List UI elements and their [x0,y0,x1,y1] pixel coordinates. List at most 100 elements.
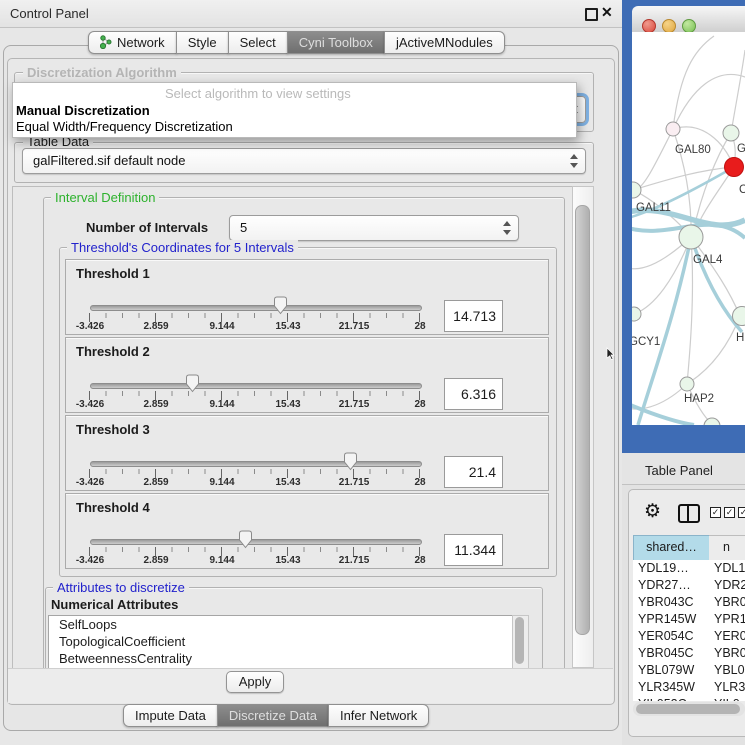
node-gcy1[interactable] [632,307,641,321]
table-row[interactable]: YBL079WYBL0 [633,662,745,679]
tab-impute-data[interactable]: Impute Data [123,704,218,727]
threshold-1-label: Threshold 1 [76,266,150,281]
table-row[interactable]: YDL19…YDL1 [633,560,745,577]
tab-select[interactable]: Select [228,31,288,54]
table-horizontal-scrollbar[interactable] [633,702,745,716]
table-panel-title: Table Panel [645,463,713,478]
node-gal[interactable] [723,125,739,141]
table-horizontal-scrollbar-thumb[interactable] [636,704,740,714]
apply-strip [8,668,613,703]
node-table[interactable]: YDL19…YDL1 YDR27…YDR2 YBR043CYBR0 YPR145… [633,560,745,701]
table-data-combo-value: galFiltered.sif default node [33,149,185,172]
threshold-3-thumb[interactable] [343,452,358,471]
number-of-intervals-label: Number of Intervals [86,220,208,235]
list-item[interactable]: BetweennessCentrality [49,650,513,667]
discretization-algorithm-label: Discretization Algorithm [23,65,181,80]
threshold-3-panel: Threshold 3 -3.426 2.859 9.144 15.43 21.… [65,415,549,491]
table-row[interactable]: YPR145WYPR1 [633,611,745,628]
tab-network[interactable]: Network [88,31,177,54]
list-item[interactable]: SelfLoops [49,616,513,633]
apply-button[interactable]: Apply [226,671,284,693]
table-row[interactable]: YBR043CYBR0 [633,594,745,611]
checkbox-icon[interactable]: ✓ [724,507,735,518]
option-manual-discretization[interactable]: Manual Discretization [16,103,150,118]
float-window-icon[interactable] [585,8,598,21]
bottom-tab-bar: Impute Data Discretize Data Infer Networ… [123,704,429,727]
table-row[interactable]: YDR27…YDR2 [633,577,745,594]
control-panel-titlebar: Control Panel ✕ [0,0,622,28]
threshold-3-value-field[interactable]: 21.4 [444,456,503,488]
svg-text:HAP2: HAP2 [684,393,714,405]
option-equal-width-frequency[interactable]: Equal Width/Frequency Discretization [16,119,233,134]
network-window-titlebar[interactable] [632,6,745,33]
table-row[interactable]: YLR345WYLR3 [633,679,745,696]
settings-scroll-viewport: Interval Definition Number of Intervals … [12,186,573,669]
table-row[interactable]: YBR045CYBR0 [633,645,745,662]
node-hap2[interactable] [680,377,694,391]
slider-ticks [89,469,421,478]
checkbox-icon[interactable]: ✓ [738,507,745,518]
table-panel-header: Table Panel [622,453,745,485]
threshold-3-slider[interactable] [90,461,422,467]
node-gal4[interactable] [679,225,703,249]
number-of-intervals-combo[interactable]: 5 [229,215,519,241]
top-tab-bar: Network Style Select Cyni Toolbox jActiv… [88,31,505,54]
column-layout-icon[interactable] [678,504,700,523]
checkbox-icon[interactable]: ✓ [710,507,721,518]
network-canvas[interactable]: GAL80 GA C GAL11 GAL4 GCY1 H HAP2 [632,32,745,425]
slider-ticks [89,391,421,400]
attributes-label: Attributes to discretize [53,580,189,595]
threshold-4-value-field[interactable]: 11.344 [444,534,503,566]
slider-ticks [89,313,421,322]
threshold-4-slider[interactable] [90,539,422,545]
numerical-attributes-heading: Numerical Attributes [51,597,178,612]
numerical-attributes-list[interactable]: SelfLoops TopologicalCoefficient Between… [48,615,514,669]
threshold-1-thumb[interactable] [273,296,288,315]
threshold-1-value-field[interactable]: 14.713 [444,300,503,332]
panel-scrollbar-thumb[interactable] [575,205,590,635]
network-nodes[interactable] [632,122,745,425]
algorithm-hint: Select algorithm to view settings [165,86,351,101]
table-row[interactable]: YER054CYER0 [633,628,745,645]
node-gal11[interactable] [632,182,641,198]
threshold-2-thumb[interactable] [185,374,200,393]
threshold-2-panel: Threshold 2 -3.426 2.859 9.144 15.43 21.… [65,337,549,413]
tab-style[interactable]: Style [176,31,229,54]
threshold-4-thumb[interactable] [238,530,253,549]
svg-text:H: H [736,332,744,344]
node-partial[interactable] [704,418,720,425]
tab-jactivemnodules[interactable]: jActiveMNodules [384,31,505,54]
table-row[interactable]: YIL052CYIL0 [633,696,745,701]
gear-icon[interactable]: ⚙ [644,500,661,523]
tab-cyni-toolbox[interactable]: Cyni Toolbox [287,31,385,54]
panel-scrollbar[interactable] [572,186,594,668]
list-item[interactable]: TopologicalCoefficient [49,633,513,650]
list-scrollbar[interactable] [512,615,529,669]
algorithm-dropdown-popup: Select algorithm to view settings Manual… [12,82,577,138]
table-data-combo[interactable]: galFiltered.sif default node [22,148,586,174]
panel-title: Control Panel [10,6,89,21]
minimize-traffic-icon[interactable] [662,19,676,33]
combo-stepper-icon[interactable] [502,216,514,240]
column-header-name[interactable]: n [709,535,745,561]
close-icon[interactable]: ✕ [601,4,613,21]
column-header-shared[interactable]: shared… [633,535,710,561]
mouse-cursor [606,347,615,360]
threshold-2-value-field[interactable]: 6.316 [444,378,503,410]
threshold-2-label: Threshold 2 [76,344,150,359]
threshold-4-label: Threshold 4 [76,500,150,515]
zoom-traffic-icon[interactable] [682,19,696,33]
list-scrollbar-thumb[interactable] [515,617,524,664]
close-traffic-icon[interactable] [642,19,656,33]
threshold-1-slider[interactable] [90,305,422,311]
threshold-2-slider[interactable] [90,383,422,389]
node-selected-red[interactable] [725,158,744,177]
svg-text:GAL80: GAL80 [675,144,711,156]
node-gal80[interactable] [666,122,680,136]
combo-stepper-icon[interactable] [569,149,581,173]
svg-text:GAL4: GAL4 [693,254,723,266]
tab-discretize-data[interactable]: Discretize Data [217,704,329,727]
network-icon [100,34,112,55]
tab-infer-network[interactable]: Infer Network [328,704,429,727]
svg-text:GA: GA [737,143,745,155]
